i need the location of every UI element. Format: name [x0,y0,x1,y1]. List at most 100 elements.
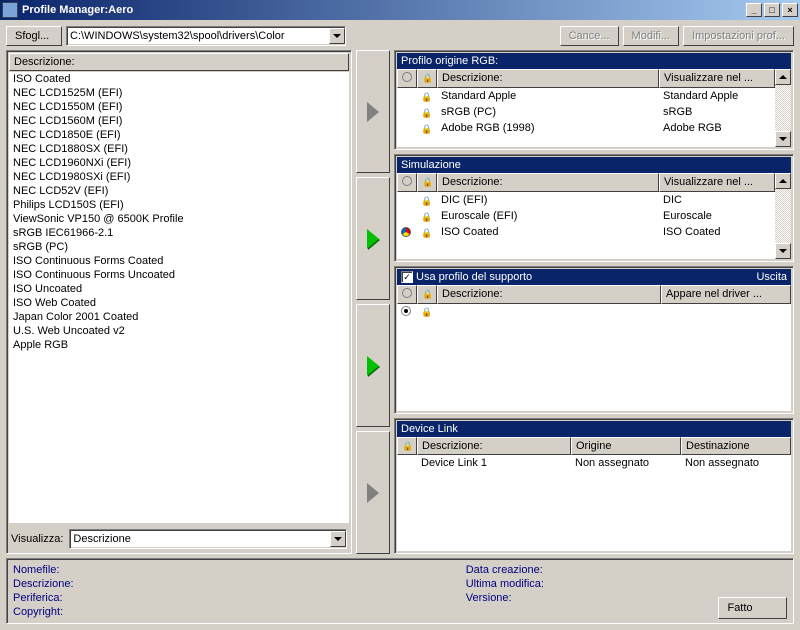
list-item[interactable]: NEC LCD1525M (EFI) [9,86,349,100]
top-toolbar: Sfogl... C:\WINDOWS\system32\spool\drive… [6,26,794,46]
col-origin[interactable]: Origine [571,437,681,455]
col-radio[interactable] [397,285,417,304]
col-description[interactable]: Descrizione: [437,69,659,88]
description-label: Descrizione: [13,577,266,591]
cancel-button[interactable]: Cance... [560,26,619,46]
output-section: ✓ Usa profilo del supporto Uscita Descri… [394,266,794,414]
lock-icon [421,306,431,316]
col-radio[interactable] [397,173,417,192]
col-lock[interactable] [397,437,417,455]
devicelink-title: Device Link [401,423,458,435]
scrollbar[interactable] [775,69,791,147]
lock-icon [402,440,412,450]
profiles-panel: Descrizione: ISO CoatedNEC LCD1525M (EFI… [6,50,352,554]
modify-button[interactable]: Modifi... [623,26,680,46]
created-label: Data creazione: [466,563,719,577]
lock-icon [421,123,431,133]
col-radio[interactable] [397,69,417,88]
table-row[interactable]: sRGB (PC) sRGB [397,104,775,120]
col-description[interactable]: Descrizione: [417,437,571,455]
assign-rgb-button[interactable] [356,50,390,173]
assign-simulation-button[interactable] [356,177,390,300]
profile-settings-button[interactable]: Impostazioni prof... [683,26,794,46]
use-media-profile-checkbox[interactable]: ✓ [401,271,413,283]
chevron-down-icon[interactable] [330,531,346,547]
close-button[interactable]: × [782,3,798,17]
assign-buttons-column [356,50,390,554]
col-show[interactable]: Visualizzare nel ... [659,69,775,88]
table-row[interactable]: Device Link 1 Non assegnato Non assegnat… [397,455,791,471]
list-item[interactable]: ISO Continuous Forms Coated [9,254,349,268]
play-icon [367,102,379,122]
list-item[interactable]: NEC LCD1550M (EFI) [9,100,349,114]
list-item[interactable]: ViewSonic VP150 @ 6500K Profile [9,212,349,226]
col-destination[interactable]: Destinazione [681,437,791,455]
list-item[interactable]: Japan Color 2001 Coated [9,310,349,324]
col-description[interactable]: Descrizione: [437,285,661,304]
devicelink-table[interactable]: Descrizione: Origine Destinazione Device… [397,437,791,551]
scrollbar[interactable] [775,173,791,259]
version-label: Versione: [466,591,719,605]
device-label: Periferica: [13,591,266,605]
list-item[interactable]: sRGB (PC) [9,240,349,254]
copyright-label: Copyright: [13,605,266,619]
maximize-button[interactable]: □ [764,3,780,17]
color-bullet-icon [401,227,411,237]
devicelink-section: Device Link Descrizione: Origine Destina… [394,418,794,554]
simulation-table[interactable]: Descrizione: Visualizzare nel ... DIC (E… [397,173,775,259]
profiles-list[interactable]: ISO CoatedNEC LCD1525M (EFI)NEC LCD1550M… [9,72,349,523]
view-combobox[interactable]: Descrizione [69,529,347,549]
table-row[interactable]: Euroscale (EFI) Euroscale [397,208,775,224]
lock-icon [421,195,431,205]
col-show[interactable]: Visualizzare nel ... [659,173,775,192]
lock-icon [422,72,432,82]
titlebar: Profile Manager:Aero _ □ × [0,0,800,20]
view-label: Visualizza: [11,533,63,545]
app-icon [2,2,18,18]
path-value: C:\WINDOWS\system32\spool\drivers\Color [70,30,285,42]
table-row[interactable]: Standard Apple Standard Apple [397,88,775,104]
lock-icon [421,91,431,101]
list-item[interactable]: ISO Continuous Forms Uncoated [9,268,349,282]
radio-icon [401,306,411,316]
list-item[interactable]: Apple RGB [9,338,349,352]
browse-button[interactable]: Sfogl... [6,26,62,46]
list-item[interactable]: sRGB IEC61966-2.1 [9,226,349,240]
list-item[interactable]: U.S. Web Uncoated v2 [9,324,349,338]
list-item[interactable]: ISO Coated [9,72,349,86]
path-combobox[interactable]: C:\WINDOWS\system32\spool\drivers\Color [66,26,346,46]
list-item[interactable]: ISO Uncoated [9,282,349,296]
window-title: Profile Manager:Aero [22,4,133,16]
table-row[interactable] [397,304,791,318]
output-title: Uscita [756,271,787,283]
filename-label: Nomefile: [13,563,266,577]
assign-output-button[interactable] [356,304,390,427]
list-item[interactable]: NEC LCD1560M (EFI) [9,114,349,128]
list-item[interactable]: ISO Web Coated [9,296,349,310]
minimize-button[interactable]: _ [746,3,762,17]
assign-devicelink-button[interactable] [356,431,390,554]
output-table[interactable]: Descrizione: Appare nel driver ... [397,285,791,411]
lock-icon [421,107,431,117]
table-row[interactable]: Adobe RGB (1998) Adobe RGB [397,120,775,136]
modified-label: Ultima modifica: [466,577,719,591]
col-lock[interactable] [417,285,437,304]
profiles-header: Descrizione: [9,53,349,71]
list-item[interactable]: NEC LCD1850E (EFI) [9,128,349,142]
col-lock[interactable] [417,173,437,192]
list-item[interactable]: NEC LCD52V (EFI) [9,184,349,198]
rgb-table[interactable]: Descrizione: Visualizzare nel ... Standa… [397,69,775,147]
list-item[interactable]: Philips LCD150S (EFI) [9,198,349,212]
chevron-down-icon[interactable] [329,28,345,44]
table-row[interactable]: DIC (EFI) DIC [397,192,775,208]
table-row[interactable]: ISO Coated ISO Coated [397,224,775,240]
lock-icon [422,288,432,298]
rgb-title: Profilo origine RGB: [401,55,498,67]
done-button[interactable]: Fatto [718,597,787,619]
col-lock[interactable] [417,69,437,88]
col-driver[interactable]: Appare nel driver ... [661,285,791,304]
list-item[interactable]: NEC LCD1960NXi (EFI) [9,156,349,170]
list-item[interactable]: NEC LCD1880SX (EFI) [9,142,349,156]
col-description[interactable]: Descrizione: [437,173,659,192]
list-item[interactable]: NEC LCD1980SXi (EFI) [9,170,349,184]
